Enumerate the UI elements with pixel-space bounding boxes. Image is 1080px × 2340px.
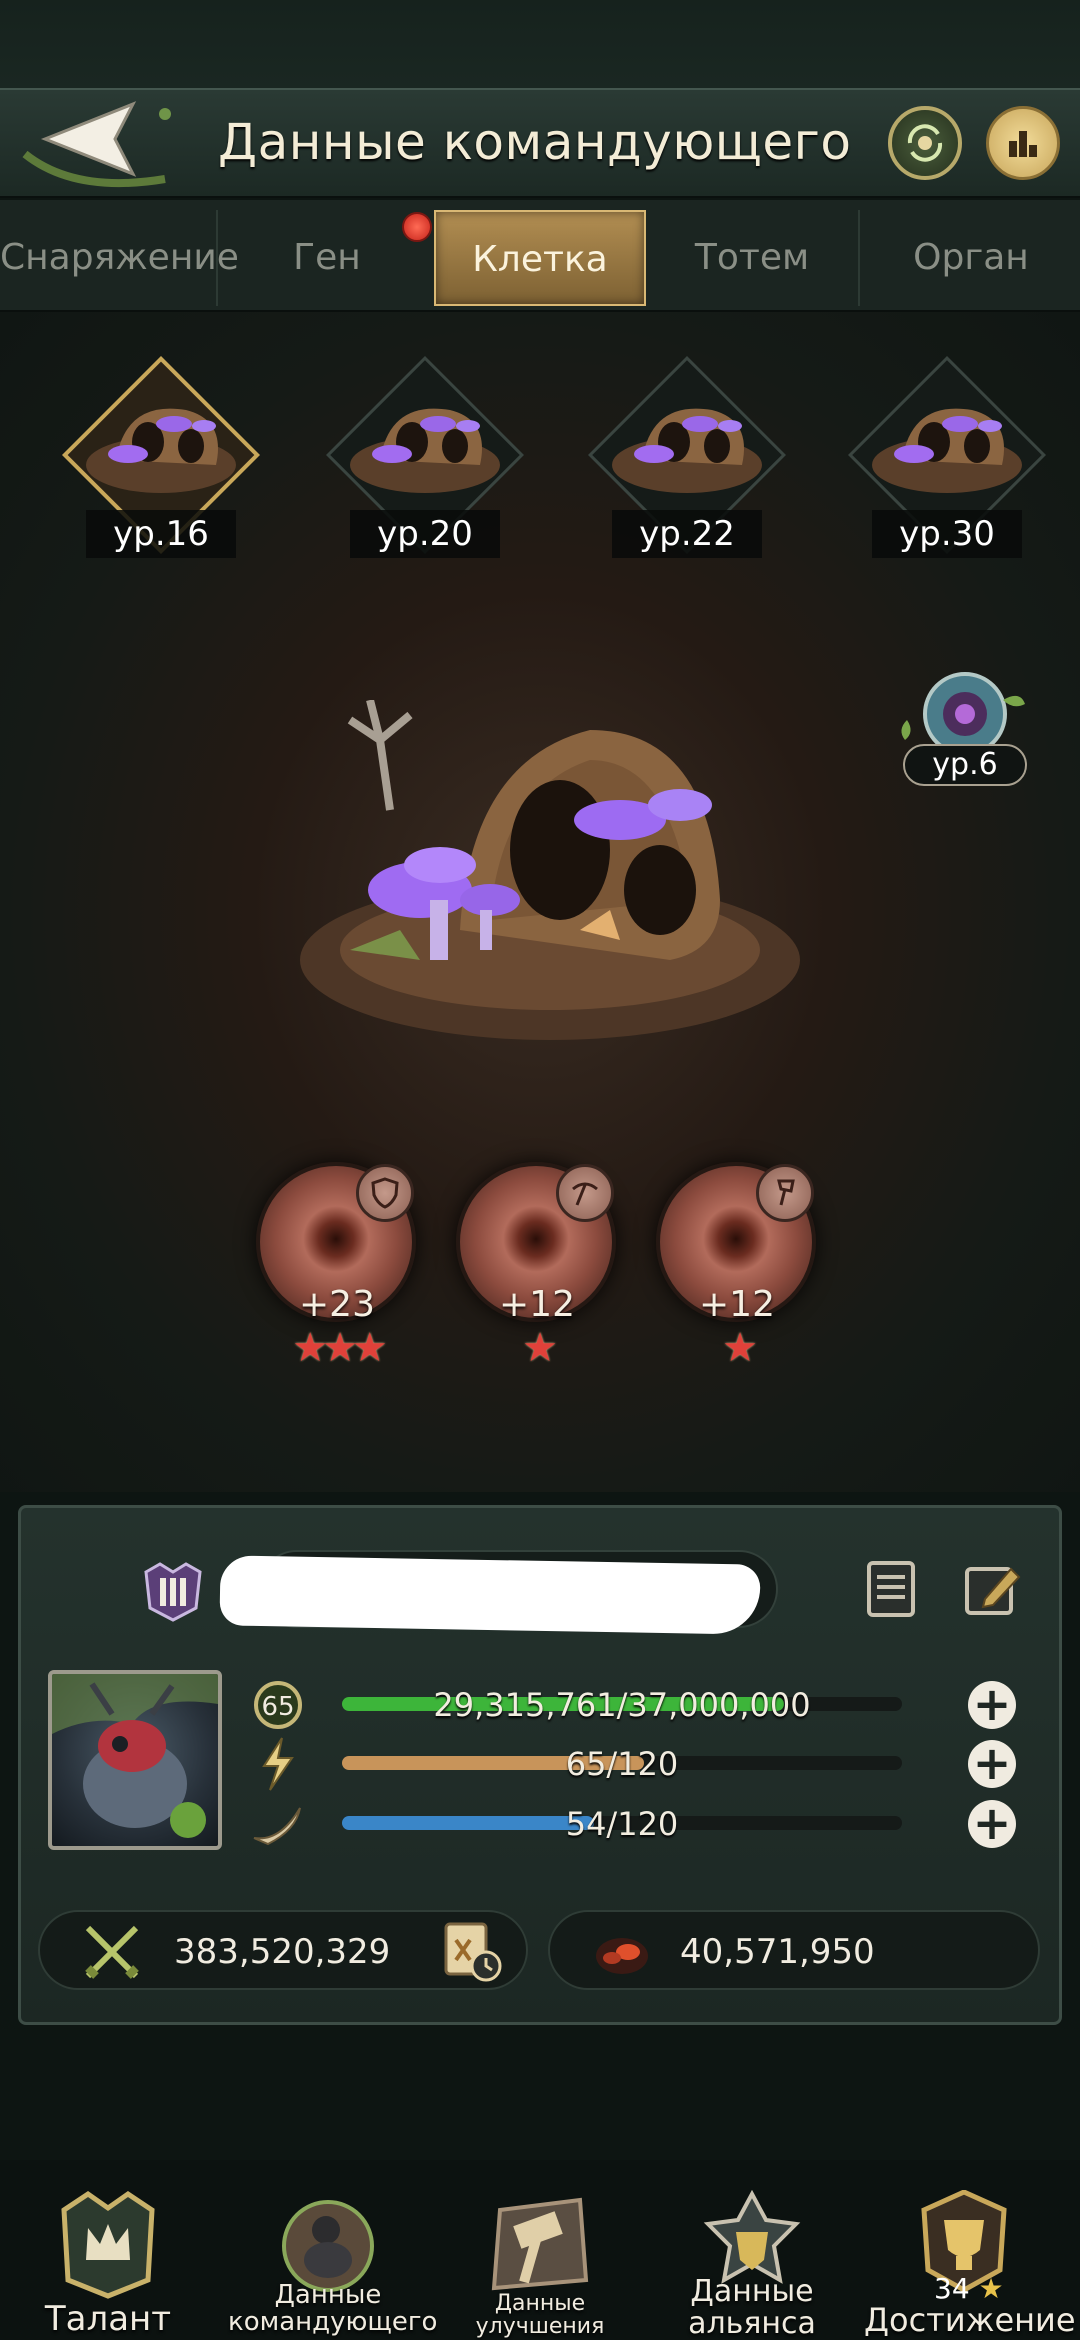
cell-slot-4[interactable]: ур.30 (842, 350, 1052, 560)
axe-icon (756, 1164, 814, 1222)
power-value: 383,520,329 (174, 1932, 391, 1972)
orb-stars: ★★★ (292, 1325, 388, 1371)
shield-icon (356, 1164, 414, 1222)
cell-nest-icon (86, 408, 236, 493)
horn-icon (250, 1796, 306, 1852)
slot-level-label: ур.20 (350, 510, 500, 558)
notification-dot (402, 212, 432, 242)
commander-swap-button[interactable] (888, 106, 962, 180)
add-stamina-button[interactable]: + (968, 1800, 1016, 1848)
redacted-name (219, 1555, 761, 1635)
add-energy-button[interactable]: + (968, 1740, 1016, 1788)
commander-avatar[interactable] (48, 1670, 222, 1850)
tab-equipment[interactable]: Снаряжение (0, 210, 239, 306)
kills-value: 40,571,950 (680, 1932, 875, 1972)
side-cell-badge[interactable]: ур.6 (895, 670, 1035, 790)
ant-commander-portrait (52, 1674, 218, 1838)
level-text: 65 (261, 1692, 294, 1722)
ranking-button[interactable] (986, 106, 1060, 180)
kills-ant-icon (596, 1938, 648, 1974)
rank-badge-icon (138, 1556, 208, 1626)
gene-orb-2[interactable]: +12 ★ (452, 1162, 622, 1370)
nav-commander-data[interactable]: Данные командующего (228, 2180, 438, 2340)
cell-slot-1[interactable]: ур.16 (56, 350, 266, 560)
slot-level-label: ур.30 (872, 510, 1022, 558)
main-cell-illustration (300, 700, 800, 1040)
kills-box: 40,571,950 (548, 1910, 1040, 1990)
nav-achievement[interactable]: 34 ★ Достижение (864, 2180, 1076, 2340)
cell-slot-3[interactable]: ур.22 (582, 350, 792, 560)
cell-nest-icon (872, 408, 1022, 493)
cell-nest-icon (612, 408, 762, 493)
stamina-row: 54/120 + (250, 1796, 1016, 1852)
nav-commander-upgrade[interactable]: Данные улучшения командующего (440, 2180, 640, 2340)
tab-cell[interactable]: Клетка (434, 210, 646, 306)
nav-label: Талант (44, 2299, 172, 2339)
orb-bonus: +12 (699, 1284, 775, 1325)
details-button[interactable] (858, 1556, 924, 1622)
crossed-swords-icon (85, 1925, 139, 1979)
document-icon (867, 1561, 915, 1617)
tab-organ[interactable]: Орган (862, 210, 1080, 306)
page-title: Данные командующего (218, 113, 852, 171)
commander-swap-icon (907, 124, 943, 162)
power-details-icon[interactable] (440, 1920, 504, 1984)
edit-icon (965, 1567, 1021, 1615)
level-badge: 65 (250, 1677, 306, 1733)
side-badge-level: ур.6 (903, 744, 1027, 786)
back-button[interactable] (0, 92, 200, 196)
slot-level-label: ур.22 (612, 510, 762, 558)
energy-text: 65/120 (565, 1745, 679, 1783)
stamina-text: 54/120 (565, 1805, 679, 1843)
cell-slot-2[interactable]: ур.20 (320, 350, 530, 560)
tab-totem[interactable]: Тотем (646, 210, 860, 306)
nav-label: Данные командующего (228, 2280, 438, 2338)
pickaxe-icon (556, 1164, 614, 1222)
orb-bonus: +23 (299, 1284, 375, 1325)
top-status-area (0, 0, 1080, 88)
nav-talent[interactable]: Талант (8, 2180, 208, 2340)
exp-text: 29,315,761/37,000,000 (433, 1686, 811, 1724)
upgrade-hammer-icon (491, 2197, 589, 2291)
lightning-icon (250, 1736, 306, 1792)
ranking-chart-icon (1009, 131, 1037, 157)
gene-orb-3[interactable]: +12 ★ (652, 1162, 822, 1370)
nav-label: Данные альянса (688, 2274, 816, 2340)
energy-row: 65/120 + (250, 1736, 1016, 1792)
orb-bonus: +12 (499, 1284, 575, 1325)
nav-alliance-data[interactable]: Данные альянса (652, 2180, 852, 2340)
nav-label: Данные улучшения командующего (451, 2291, 628, 2340)
nav-label: Достижение (864, 2301, 1076, 2339)
slot-level-label: ур.16 (86, 510, 236, 558)
power-box: 383,520,329 (38, 1910, 528, 1990)
talent-crown-icon (61, 2190, 155, 2299)
exp-row: 65 29,315,761/37,000,000 + (250, 1677, 1016, 1733)
orb-stars: ★ (722, 1325, 758, 1371)
add-exp-button[interactable]: + (968, 1681, 1016, 1729)
gene-orb-1[interactable]: +23 ★★★ (252, 1162, 422, 1370)
edit-button[interactable] (960, 1556, 1026, 1622)
orb-stars: ★ (522, 1325, 558, 1371)
back-arrow-icon (22, 101, 171, 188)
cell-nest-icon (350, 408, 500, 493)
